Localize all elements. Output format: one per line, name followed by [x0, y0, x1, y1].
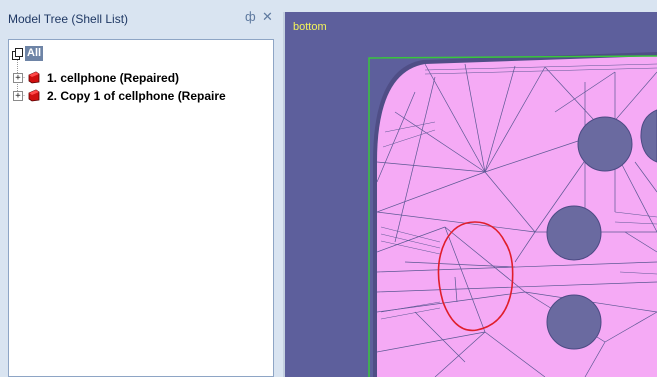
tree-item-1[interactable]: + 1. cellphone (Repaired): [9, 69, 271, 87]
mesh-hole: [546, 205, 602, 261]
model-tree-panel: Model Tree (Shell List) ф ✕ All + 1. cel: [0, 0, 283, 377]
tree-item-label[interactable]: 2. Copy 1 of cellphone (Repaire: [47, 88, 226, 104]
close-icon[interactable]: ✕: [262, 9, 273, 25]
tree-row-all[interactable]: All: [9, 46, 269, 64]
panel-header: Model Tree (Shell List) ф ✕: [0, 0, 283, 34]
pin-icon[interactable]: ф: [245, 9, 256, 25]
shells-group-icon: [12, 48, 23, 60]
tree-root-label[interactable]: All: [25, 46, 44, 61]
shell-icon: [28, 71, 40, 84]
3d-viewport[interactable]: bottom: [283, 12, 657, 377]
mesh-view[interactable]: [285, 12, 657, 377]
expand-toggle-icon[interactable]: +: [13, 73, 23, 83]
shell-icon: [28, 89, 40, 102]
shell-tree[interactable]: All + 1. cellphone (Repaired) + 2. Copy …: [8, 39, 274, 377]
mesh-hole: [546, 294, 602, 350]
tree-item-2[interactable]: + 2. Copy 1 of cellphone (Repaire: [9, 87, 271, 105]
tree-item-label[interactable]: 1. cellphone (Repaired): [47, 70, 179, 86]
mesh-hole: [577, 116, 633, 172]
panel-title: Model Tree (Shell List): [8, 12, 129, 26]
expand-toggle-icon[interactable]: +: [13, 91, 23, 101]
